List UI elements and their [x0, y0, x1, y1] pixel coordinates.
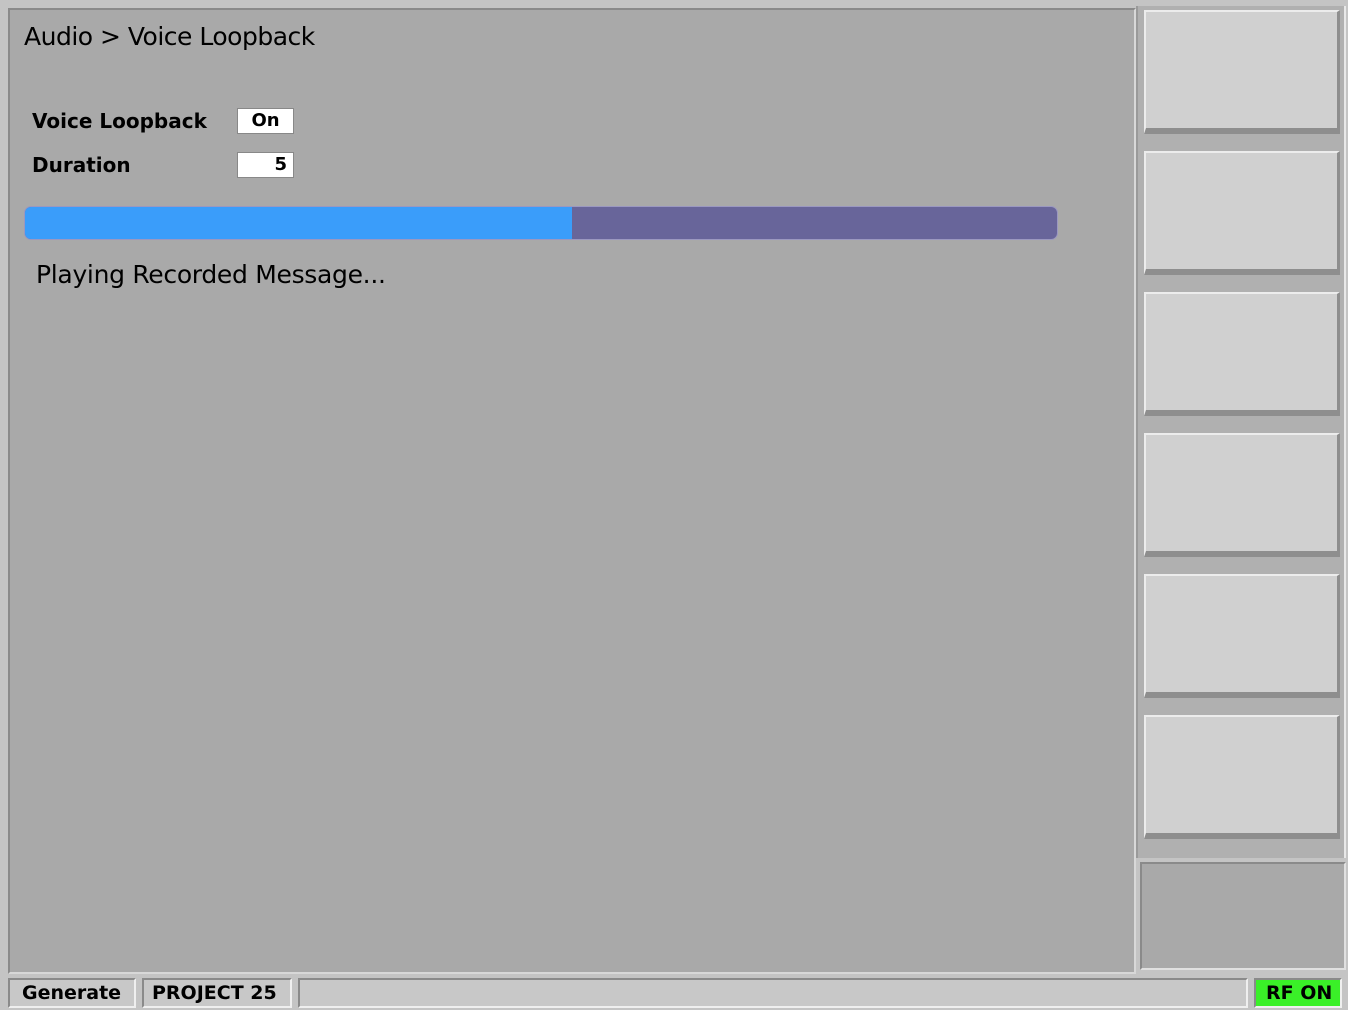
duration-label: Duration	[32, 153, 131, 177]
softkey-3[interactable]	[1144, 292, 1340, 416]
voice-loopback-field[interactable]: On	[237, 108, 294, 134]
duration-value: 5	[274, 154, 287, 175]
system-indicator: PROJECT 25	[142, 978, 292, 1008]
progress-fill	[25, 207, 572, 239]
softkey-column	[1136, 6, 1346, 858]
duration-field[interactable]: 5	[237, 152, 294, 178]
breadcrumb: Audio > Voice Loopback	[24, 22, 315, 51]
softkey-4[interactable]	[1144, 433, 1340, 557]
softkey-5[interactable]	[1144, 574, 1340, 698]
rf-status-indicator: RF ON	[1254, 978, 1342, 1008]
loopback-progress-bar	[24, 206, 1058, 240]
softkey-info-panel	[1140, 862, 1346, 970]
status-bar-message	[298, 978, 1248, 1008]
main-panel: Audio > Voice Loopback Voice Loopback On…	[8, 8, 1136, 974]
softkey-2[interactable]	[1144, 151, 1340, 275]
status-message: Playing Recorded Message...	[36, 260, 386, 289]
softkey-6[interactable]	[1144, 715, 1340, 839]
voice-loopback-label: Voice Loopback	[32, 109, 207, 133]
status-bar: Generate PROJECT 25 RF ON	[0, 974, 1348, 1010]
mode-indicator: Generate	[8, 978, 136, 1008]
voice-loopback-value: On	[251, 110, 280, 131]
softkey-1[interactable]	[1144, 10, 1340, 134]
